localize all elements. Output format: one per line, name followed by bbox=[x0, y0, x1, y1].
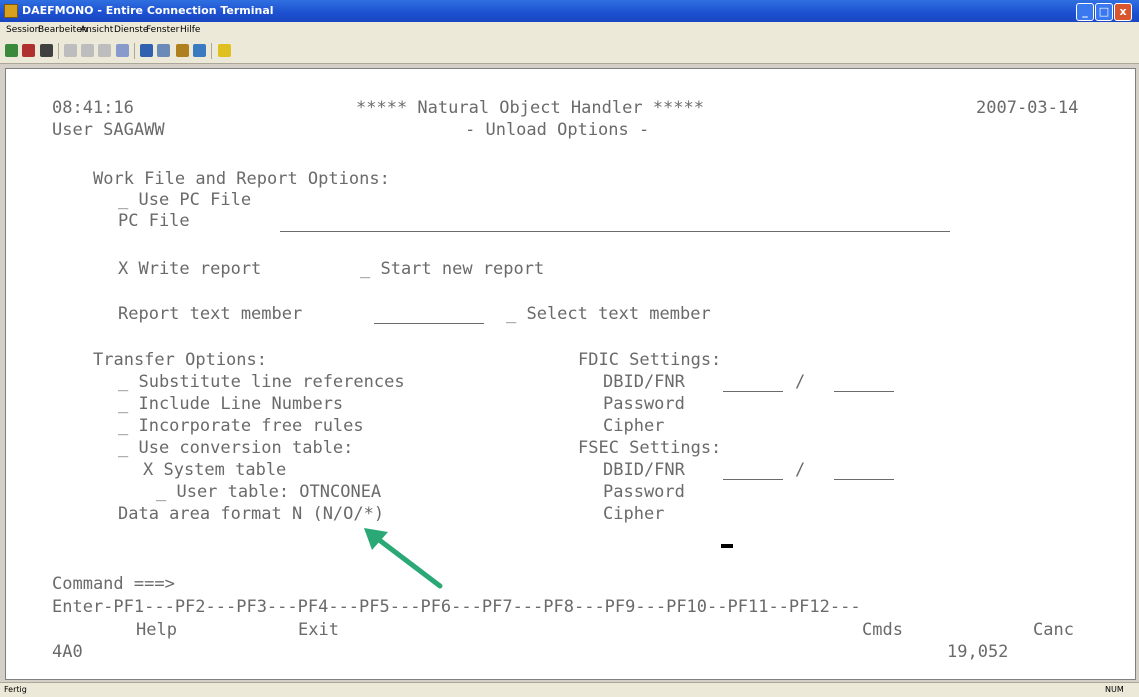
substitute-line-references-option[interactable]: _ Substitute line references bbox=[118, 372, 405, 392]
screen-title: ***** Natural Object Handler ***** bbox=[356, 98, 704, 118]
work-file-heading: Work File and Report Options: bbox=[93, 169, 390, 189]
fdic-slash: / bbox=[795, 372, 806, 392]
start-new-report-option[interactable]: _ Start new report bbox=[360, 259, 544, 279]
terminal-screen[interactable]: 08:41:16 ***** Natural Object Handler **… bbox=[5, 68, 1136, 680]
pf12-canc[interactable]: Canc bbox=[1033, 620, 1074, 640]
fsec-cipher-label: Cipher bbox=[603, 504, 665, 524]
toolbar-separator bbox=[134, 43, 135, 59]
toolbar-separator bbox=[58, 43, 59, 59]
report-text-member-input[interactable] bbox=[374, 323, 484, 324]
print-icon[interactable] bbox=[40, 44, 53, 57]
cursor-position: 19,052 bbox=[947, 642, 1009, 662]
menu-ansicht[interactable]: Ansicht bbox=[80, 25, 113, 35]
menu-bar: Session Bearbeiten Ansicht Dienste Fenst… bbox=[0, 22, 1139, 39]
menu-dienste[interactable]: Dienste bbox=[114, 25, 148, 35]
maximize-button[interactable]: □ bbox=[1095, 3, 1113, 21]
incorporate-free-rules-option[interactable]: _ Incorporate free rules bbox=[118, 416, 364, 436]
connect-icon[interactable] bbox=[5, 44, 18, 57]
paste-icon[interactable] bbox=[98, 44, 111, 57]
fsec-slash: / bbox=[795, 460, 806, 480]
pf-key-line: Enter-PF1---PF2---PF3---PF4---PF5---PF6-… bbox=[52, 597, 861, 617]
pf10-cmds[interactable]: Cmds bbox=[862, 620, 903, 640]
user-table-option[interactable]: _ User table: OTNCONEA bbox=[156, 482, 381, 502]
status-bar: Fertig NUM bbox=[0, 682, 1139, 697]
cut-icon[interactable] bbox=[64, 44, 77, 57]
use-pc-file-option[interactable]: _ Use PC File bbox=[118, 190, 251, 210]
fdic-cipher-label: Cipher bbox=[603, 416, 665, 436]
minimize-button[interactable]: _ bbox=[1076, 3, 1094, 21]
select-text-member-option[interactable]: _ Select text member bbox=[506, 304, 711, 324]
num-lock-indicator: NUM bbox=[1105, 685, 1124, 694]
system-table-option[interactable]: X System table bbox=[143, 460, 286, 480]
arrow-icon bbox=[364, 528, 443, 589]
settings-icon[interactable] bbox=[140, 44, 153, 57]
date: 2007-03-14 bbox=[976, 98, 1079, 118]
text-cursor bbox=[721, 544, 733, 548]
window-title: DAEFMONO - Entire Connection Terminal bbox=[22, 4, 274, 17]
fsec-password-label: Password bbox=[603, 482, 685, 502]
disconnect-icon[interactable] bbox=[22, 44, 35, 57]
close-button[interactable]: x bbox=[1114, 3, 1132, 21]
report-text-member-label: Report text member bbox=[118, 304, 303, 324]
pf1-help[interactable]: Help bbox=[136, 620, 177, 640]
fdic-settings-heading: FDIC Settings: bbox=[578, 350, 722, 370]
data-area-format-field[interactable]: Data area format N (N/O/*) bbox=[118, 504, 384, 524]
status-text: Fertig bbox=[4, 685, 27, 694]
title-bar: DAEFMONO - Entire Connection Terminal _ … bbox=[0, 0, 1139, 22]
copy-icon[interactable] bbox=[81, 44, 94, 57]
write-report-option[interactable]: X Write report bbox=[118, 259, 261, 279]
menu-session[interactable]: Session bbox=[6, 25, 40, 35]
time: 08:41:16 bbox=[52, 98, 134, 118]
toolbar bbox=[0, 39, 1139, 64]
app-icon bbox=[4, 4, 18, 18]
toolbar-separator bbox=[211, 43, 212, 59]
pc-file-input[interactable] bbox=[280, 231, 950, 232]
fdic-dbid-input[interactable] bbox=[723, 391, 783, 392]
menu-hilfe[interactable]: Hilfe bbox=[180, 25, 200, 35]
use-conversion-table-option[interactable]: _ Use conversion table: bbox=[118, 438, 353, 458]
transfer-icon[interactable] bbox=[116, 44, 129, 57]
fsec-settings-heading: FSEC Settings: bbox=[578, 438, 722, 458]
command-label: Command ===> bbox=[52, 574, 175, 594]
keyboard-icon[interactable] bbox=[157, 44, 170, 57]
include-line-numbers-option[interactable]: _ Include Line Numbers bbox=[118, 394, 343, 414]
fdic-password-label: Password bbox=[603, 394, 685, 414]
fsec-fnr-input[interactable] bbox=[834, 479, 894, 480]
user-id: User SAGAWW bbox=[52, 120, 165, 140]
screen-subtitle: - Unload Options - bbox=[465, 120, 650, 140]
session-id: 4A0 bbox=[52, 642, 83, 662]
fsec-dbid-input[interactable] bbox=[723, 479, 783, 480]
help-icon[interactable] bbox=[218, 44, 231, 57]
fsec-dbid-label: DBID/FNR bbox=[603, 460, 685, 480]
macro-icon[interactable] bbox=[176, 44, 189, 57]
check-icon[interactable] bbox=[193, 44, 206, 57]
pf3-exit[interactable]: Exit bbox=[298, 620, 339, 640]
menu-fenster[interactable]: Fenster bbox=[146, 25, 179, 35]
pc-file-label: PC File bbox=[118, 211, 190, 231]
transfer-options-heading: Transfer Options: bbox=[93, 350, 267, 370]
fdic-fnr-input[interactable] bbox=[834, 391, 894, 392]
fdic-dbid-label: DBID/FNR bbox=[603, 372, 685, 392]
